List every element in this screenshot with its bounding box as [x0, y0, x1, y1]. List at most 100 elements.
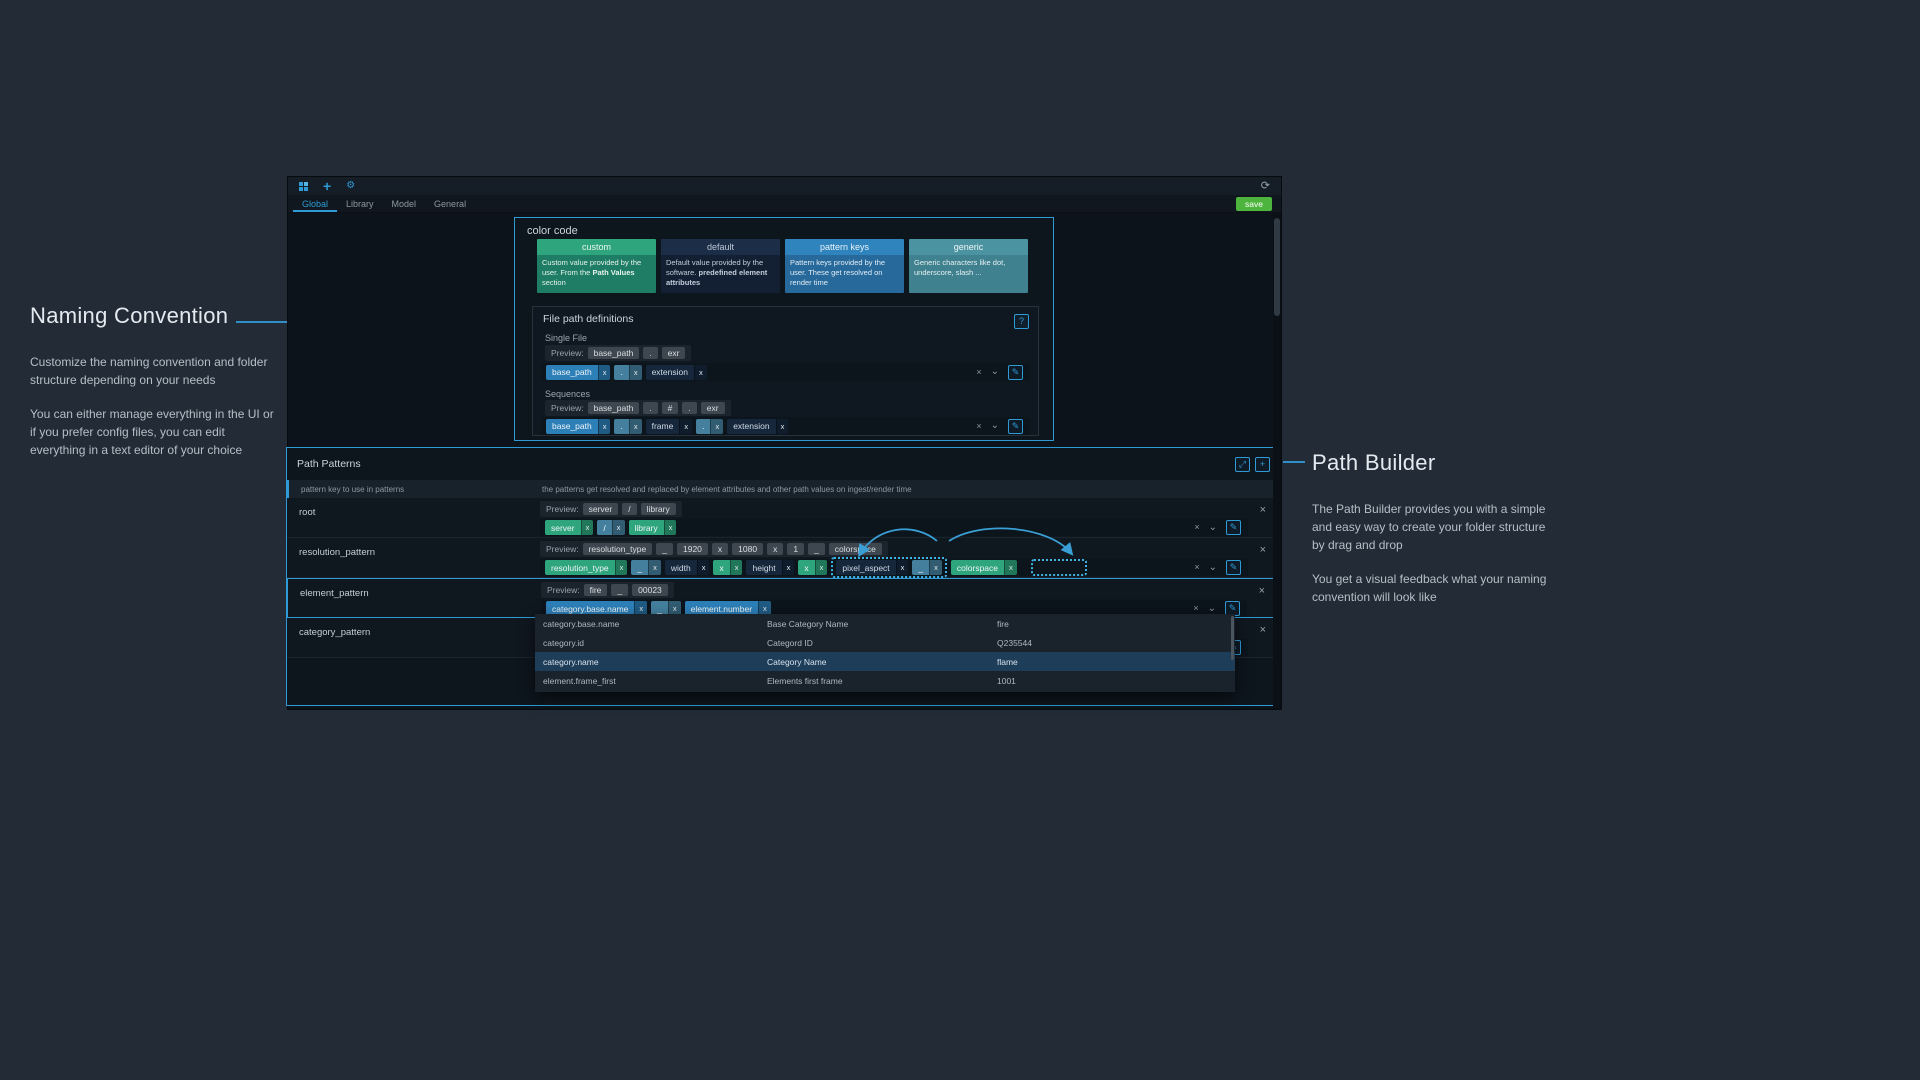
dropdown-item[interactable]: category.base.name Base Category Name fi… — [535, 614, 1235, 633]
expand-button[interactable]: ⤢ — [1235, 457, 1250, 472]
delete-row-icon[interactable]: × — [1260, 625, 1266, 636]
dropdown-item-description: Categord ID — [767, 638, 997, 648]
token-remove-icon[interactable]: x — [1004, 560, 1017, 575]
dropdown-item-key: category.id — [543, 638, 767, 648]
clear-field-icon[interactable]: × — [976, 422, 981, 431]
tab-global[interactable]: Global — [293, 195, 337, 212]
chevron-down-icon[interactable]: ⌄ — [991, 421, 999, 431]
tab-bar: Global Library Model General save — [288, 195, 1281, 213]
token-remove-icon[interactable]: x — [694, 365, 707, 380]
token-remove-icon[interactable]: x — [815, 560, 828, 575]
delete-row-icon[interactable]: × — [1260, 505, 1266, 516]
window-scrollbar[interactable] — [1273, 213, 1281, 709]
delete-row-icon[interactable]: × — [1259, 586, 1265, 597]
preview-chip: exr — [662, 347, 686, 360]
token-remove-icon[interactable]: x — [598, 365, 611, 380]
token-resolution_type[interactable]: resolution_typex — [545, 560, 627, 575]
token-dot[interactable]: .x — [614, 365, 641, 380]
token-colorspace[interactable]: colorspacex — [951, 560, 1017, 575]
token-dot[interactable]: .x — [614, 419, 641, 434]
dropdown-item[interactable]: element.frame_first Elements first frame… — [535, 671, 1235, 690]
token-remove-icon[interactable]: x — [615, 560, 628, 575]
token-height[interactable]: heightx — [746, 560, 794, 575]
token-remove-icon[interactable]: x — [679, 419, 692, 434]
token-remove-icon[interactable]: x — [598, 419, 611, 434]
token-server[interactable]: serverx — [545, 520, 593, 535]
chevron-down-icon[interactable]: ⌄ — [1208, 604, 1216, 614]
tab-model[interactable]: Model — [383, 195, 426, 212]
preview-chip: # — [662, 402, 679, 415]
token-base_path[interactable]: base_pathx — [546, 419, 610, 434]
apps-grid-icon[interactable] — [299, 182, 308, 191]
token-extension[interactable]: extensionx — [727, 419, 788, 434]
token-remove-icon[interactable]: x — [581, 520, 594, 535]
tab-library[interactable]: Library — [337, 195, 383, 212]
edit-button[interactable]: ✎ — [1226, 560, 1241, 575]
preview-label: Preview: — [547, 585, 580, 595]
chevron-down-icon[interactable]: ⌄ — [1209, 523, 1217, 533]
dropdown-item[interactable]: category.id Categord ID Q235544 — [535, 633, 1235, 652]
token-underscore[interactable]: _x — [631, 560, 660, 575]
add-icon[interactable]: + — [323, 179, 331, 193]
token-remove-icon[interactable]: x — [896, 560, 909, 575]
preview-chip: 1 — [787, 543, 804, 556]
help-button[interactable]: ? — [1014, 314, 1029, 329]
drop-target-outline[interactable] — [1031, 559, 1087, 576]
token-remove-icon[interactable]: x — [697, 560, 710, 575]
save-button[interactable]: save — [1236, 197, 1272, 211]
token-frame[interactable]: framex — [646, 419, 692, 434]
token-remove-icon[interactable]: x — [710, 419, 723, 434]
pattern-key-label: element_pattern — [300, 588, 369, 599]
card-header: generic — [909, 239, 1028, 255]
token-remove-icon[interactable]: x — [664, 520, 677, 535]
scrollbar-thumb[interactable] — [1274, 218, 1280, 316]
token-remove-icon[interactable]: x — [730, 560, 743, 575]
token-remove-icon[interactable]: x — [629, 365, 642, 380]
token-remove-icon[interactable]: x — [629, 419, 642, 434]
token-pixel_aspect[interactable]: pixel_aspectx — [836, 560, 908, 575]
token-remove-icon[interactable]: x — [776, 419, 789, 434]
clear-field-icon[interactable]: × — [1194, 563, 1199, 572]
token-x[interactable]: xx — [713, 560, 742, 575]
settings-gear-icon[interactable]: ⚙ — [346, 181, 355, 191]
dropdown-item-selected[interactable]: category.name Category Name flame — [535, 652, 1235, 671]
clear-field-icon[interactable]: × — [1194, 523, 1199, 532]
token-slash[interactable]: /x — [597, 520, 624, 535]
token-remove-icon[interactable]: x — [929, 560, 942, 575]
preview-chip: x — [712, 543, 728, 556]
sequences-token-field[interactable]: base_pathx .x framex .x extensionx × ⌄ ✎ — [541, 417, 1030, 435]
dropdown-item-value: Q235544 — [997, 638, 1227, 648]
chevron-down-icon[interactable]: ⌄ — [1209, 563, 1217, 573]
clear-field-icon[interactable]: × — [976, 368, 981, 377]
chevron-down-icon[interactable]: ⌄ — [991, 367, 999, 377]
edit-button[interactable]: ✎ — [1008, 365, 1023, 380]
token-underscore[interactable]: _x — [912, 560, 941, 575]
refresh-icon[interactable]: ⟳ — [1261, 181, 1270, 192]
add-pattern-button[interactable]: + — [1255, 457, 1270, 472]
edit-button[interactable]: ✎ — [1226, 520, 1241, 535]
single-file-token-field[interactable]: base_pathx .x extensionx × ⌄ ✎ — [541, 363, 1030, 381]
token-remove-icon[interactable]: x — [648, 560, 661, 575]
row-token-field[interactable]: serverx /x libraryx × ⌄ ✎ — [540, 519, 1248, 536]
right-annotation: Path Builder The Path Builder provides y… — [1312, 450, 1552, 606]
row-token-field[interactable]: resolution_typex _x widthx xx heightx xx… — [540, 559, 1248, 576]
token-x[interactable]: xx — [798, 560, 827, 575]
delete-row-icon[interactable]: × — [1260, 545, 1266, 556]
preview-chip: / — [622, 503, 636, 516]
token-remove-icon[interactable]: x — [612, 520, 625, 535]
legend-card-pattern-keys: pattern keys Pattern keys provided by th… — [785, 239, 904, 293]
token-width[interactable]: widthx — [665, 560, 710, 575]
token-library[interactable]: libraryx — [629, 520, 677, 535]
token-remove-icon[interactable]: x — [782, 560, 795, 575]
token-base_path[interactable]: base_pathx — [546, 365, 610, 380]
token-extension[interactable]: extensionx — [646, 365, 707, 380]
preview-chip: _ — [808, 543, 825, 556]
dropdown-scrollbar[interactable] — [1231, 616, 1234, 660]
left-annotation: Naming Convention Customize the naming c… — [30, 303, 282, 459]
token-dot[interactable]: .x — [696, 419, 723, 434]
left-annotation-para1: Customize the naming convention and fold… — [30, 353, 282, 389]
tab-general[interactable]: General — [425, 195, 475, 212]
clear-field-icon[interactable]: × — [1193, 604, 1198, 613]
edit-button[interactable]: ✎ — [1008, 419, 1023, 434]
file-path-definitions-panel: File path definitions ? Single File Prev… — [532, 306, 1039, 436]
